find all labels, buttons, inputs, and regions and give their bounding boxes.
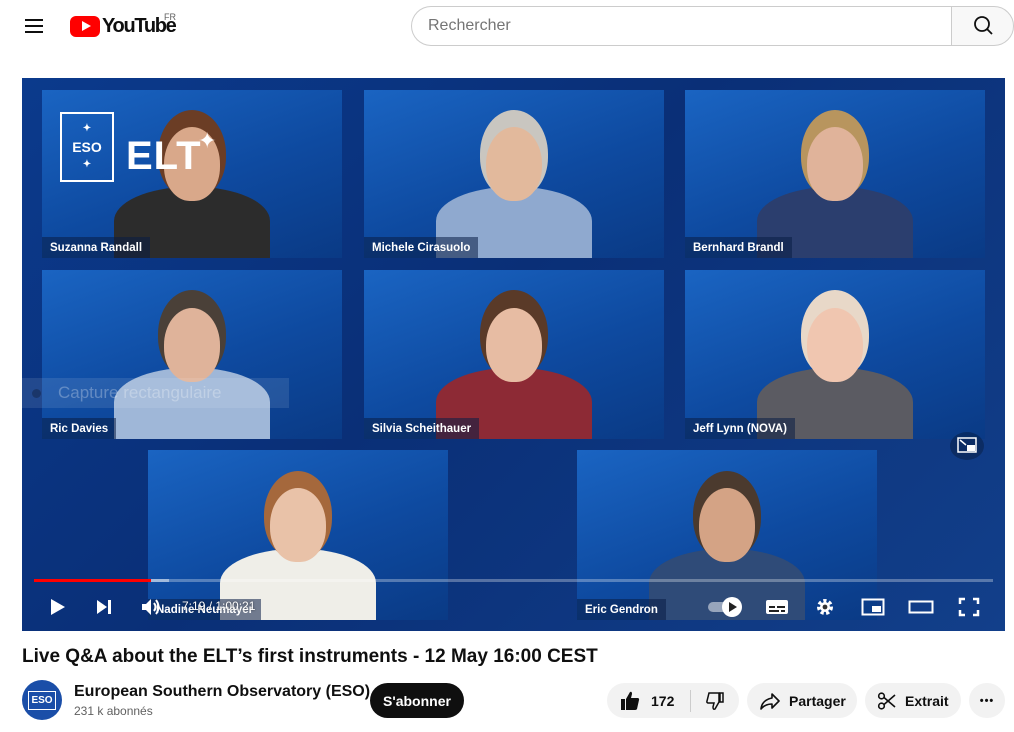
participant-name-tag: Bernhard Brandl bbox=[685, 237, 792, 258]
participant-name-tag: Suzanna Randall bbox=[42, 237, 151, 258]
country-code: FR bbox=[164, 12, 176, 22]
participant-name-tag: Jeff Lynn (NOVA) bbox=[685, 418, 795, 439]
share-icon bbox=[760, 692, 780, 710]
capture-overlay: Capture rectangulaire bbox=[22, 378, 289, 408]
menu-icon[interactable] bbox=[18, 10, 50, 42]
video-title: Live Q&A about the ELT’s first instrumen… bbox=[22, 646, 598, 667]
participant-silhouette bbox=[627, 450, 827, 620]
subscriber-count: 231 k abonnés bbox=[74, 704, 153, 718]
clip-label: Extrait bbox=[905, 692, 949, 709]
participant-silhouette bbox=[414, 90, 614, 258]
theater-mode-icon bbox=[908, 600, 934, 614]
search-button[interactable] bbox=[951, 6, 1014, 46]
participant-silhouette bbox=[735, 270, 935, 439]
fullscreen-icon bbox=[958, 597, 980, 617]
time-display: 7:19 / 1:00:21 bbox=[182, 599, 256, 613]
participant-face bbox=[164, 308, 220, 382]
autoplay-play-icon bbox=[729, 602, 737, 612]
participant-tile: Ric Davies bbox=[42, 270, 342, 439]
participant-tile: Bernhard Brandl bbox=[685, 90, 985, 258]
theater-mode-button[interactable] bbox=[904, 592, 938, 622]
more-icon: ••• bbox=[979, 694, 995, 707]
youtube-logo[interactable]: YouTube bbox=[70, 14, 177, 38]
youtube-logo-icon bbox=[70, 15, 100, 37]
clip-button[interactable]: Extrait bbox=[865, 683, 961, 718]
like-count: 172 bbox=[651, 692, 675, 709]
search-icon bbox=[974, 16, 993, 35]
participant-silhouette bbox=[92, 270, 292, 439]
miniplayer-icon bbox=[861, 598, 885, 616]
next-icon bbox=[97, 600, 111, 614]
subtitles-icon bbox=[766, 600, 788, 614]
search-input[interactable] bbox=[411, 6, 952, 46]
participant-face bbox=[807, 308, 863, 382]
participant-face bbox=[807, 127, 863, 201]
participant-name-tag: Ric Davies bbox=[42, 418, 117, 439]
more-actions-button[interactable]: ••• bbox=[969, 683, 1005, 718]
progress-bar[interactable] bbox=[34, 579, 993, 582]
elt-logo-text: ELT bbox=[126, 134, 202, 178]
participant-name-tag: Eric Gendron bbox=[577, 599, 666, 620]
share-button[interactable]: Partager bbox=[747, 683, 857, 718]
progress-played bbox=[34, 579, 151, 582]
channel-name[interactable]: European Southern Observatory (ESO) bbox=[74, 683, 370, 701]
eso-logo-text: ESO bbox=[72, 139, 102, 155]
participant-tile: Jeff Lynn (NOVA) bbox=[685, 270, 985, 439]
video-player[interactable]: Suzanna Randall Michele Cirasuolo Bernha… bbox=[22, 78, 1005, 631]
participant-face bbox=[486, 127, 542, 201]
thumbs-up-icon bbox=[621, 691, 640, 710]
star-icon: ✦ bbox=[198, 128, 217, 153]
participant-name-tag: Silvia Scheithauer bbox=[364, 418, 480, 439]
expand-icon[interactable] bbox=[950, 432, 984, 460]
masthead: YouTube FR bbox=[0, 0, 1014, 56]
participant-silhouette bbox=[414, 270, 614, 439]
participant-silhouette bbox=[198, 450, 398, 620]
channel-avatar[interactable]: ESO bbox=[22, 680, 62, 720]
expand-glyph-icon bbox=[957, 437, 977, 453]
volume-icon bbox=[142, 599, 160, 615]
participant-tile: Silvia Scheithauer bbox=[364, 270, 664, 439]
scissors-icon bbox=[877, 691, 896, 710]
participant-face bbox=[699, 488, 755, 562]
play-button[interactable] bbox=[40, 592, 74, 622]
autoplay-knob[interactable] bbox=[722, 597, 742, 617]
volume-button[interactable] bbox=[134, 592, 168, 622]
like-button[interactable]: 172 bbox=[607, 683, 691, 718]
settings-button[interactable] bbox=[808, 592, 842, 622]
subscribe-button[interactable]: S'abonner bbox=[370, 683, 464, 718]
participant-name-tag: Michele Cirasuolo bbox=[364, 237, 479, 258]
participant-tile: Nadine Neumayer bbox=[148, 450, 448, 620]
play-icon bbox=[51, 599, 65, 615]
record-dot-icon bbox=[32, 389, 41, 398]
next-button[interactable] bbox=[87, 592, 121, 622]
capture-overlay-label: Capture rectangulaire bbox=[58, 383, 222, 402]
settings-gear-icon bbox=[817, 599, 833, 615]
subtitles-button[interactable] bbox=[760, 592, 794, 622]
share-label: Partager bbox=[789, 692, 846, 709]
eso-logo: ✦ ESO ✦ bbox=[60, 112, 114, 182]
participant-tile: Michele Cirasuolo bbox=[364, 90, 664, 258]
fullscreen-button[interactable] bbox=[952, 592, 986, 622]
participant-silhouette bbox=[735, 90, 935, 258]
participant-face bbox=[270, 488, 326, 562]
participant-face bbox=[486, 308, 542, 382]
thumbs-down-icon bbox=[706, 691, 724, 710]
miniplayer-button[interactable] bbox=[856, 592, 890, 622]
channel-avatar-text: ESO bbox=[28, 690, 56, 710]
dislike-button[interactable] bbox=[691, 683, 739, 718]
